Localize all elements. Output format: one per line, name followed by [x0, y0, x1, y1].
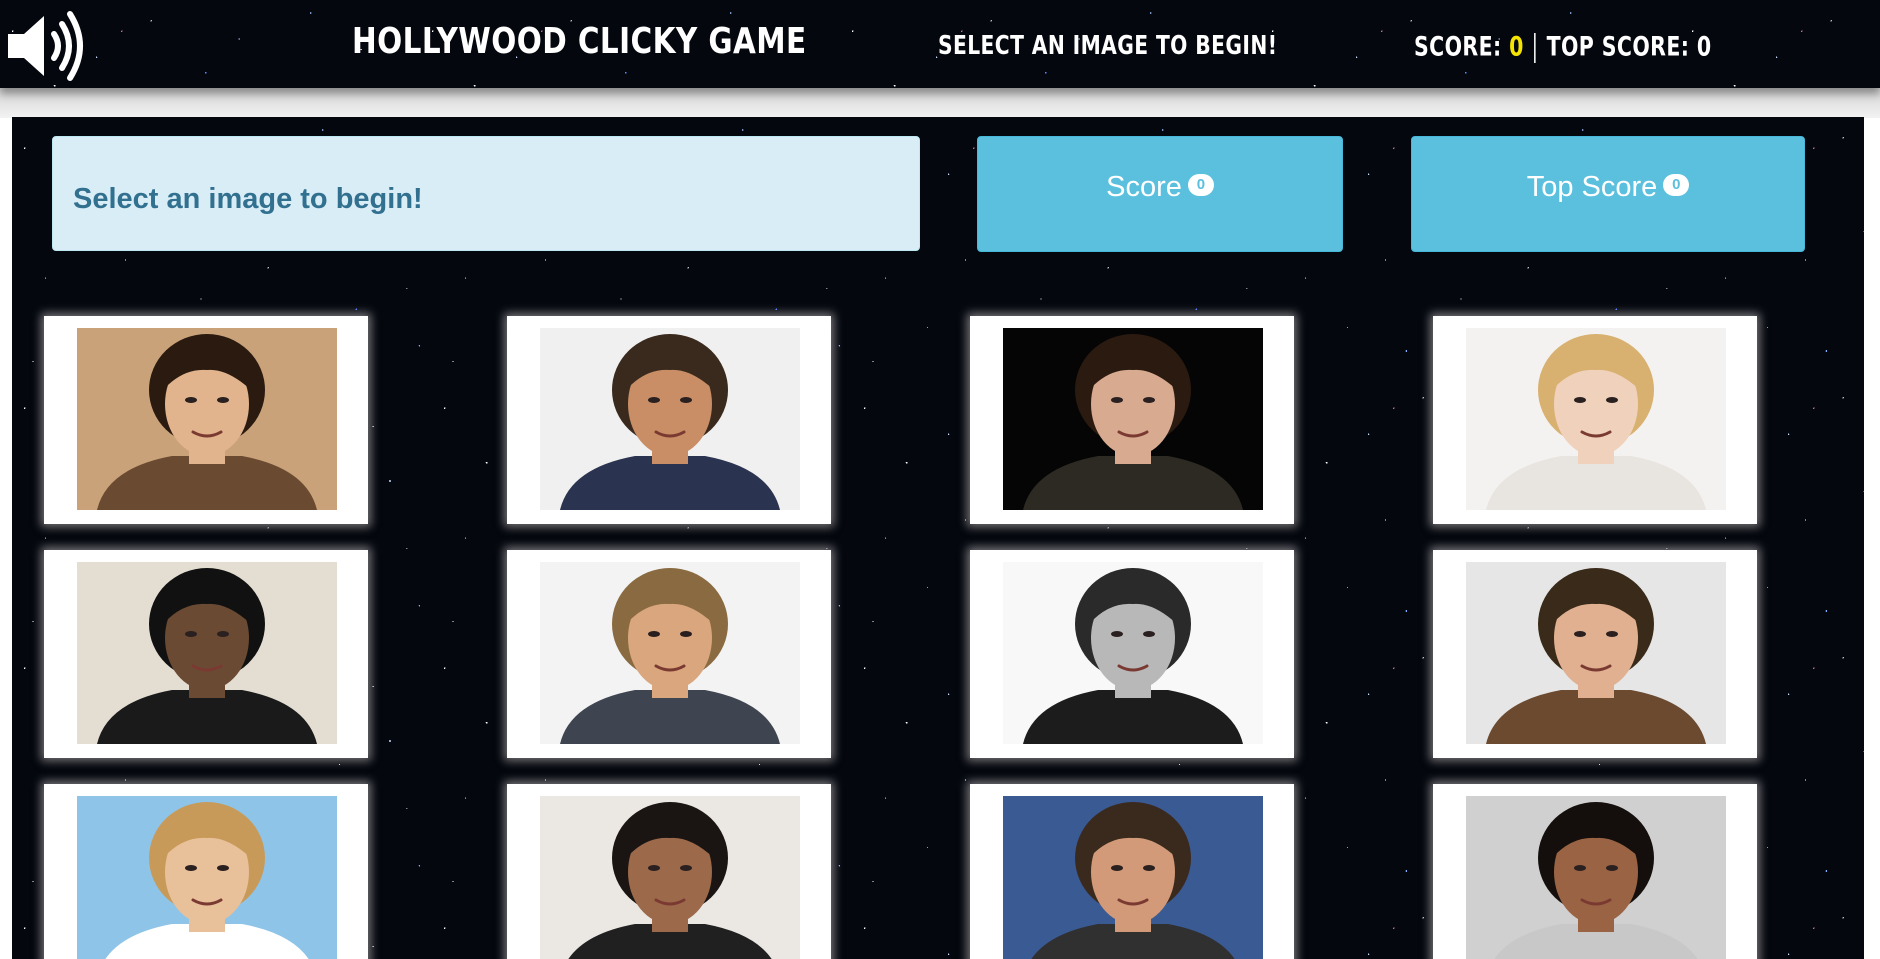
image-card[interactable] [44, 550, 368, 758]
top-score-button[interactable]: Top Score 0 [1411, 136, 1805, 252]
woman-portrait-3 [77, 796, 337, 959]
status-alert: Select an image to begin! [52, 136, 920, 251]
top-score-value: 0 [1696, 31, 1712, 63]
image-card[interactable] [507, 784, 831, 959]
nav-score-display: Score: 0 Top Score: 0 [1414, 33, 1712, 63]
navbar: Hollywood Clicky Game Select an image to… [0, 0, 1880, 88]
image-card[interactable] [44, 316, 368, 524]
man-portrait-2 [1003, 328, 1263, 510]
man-portrait-4 [540, 562, 800, 744]
image-card[interactable] [507, 316, 831, 524]
woman-portrait-2 [1466, 328, 1726, 510]
top-score-badge: 0 [1663, 174, 1690, 197]
image-card[interactable] [970, 316, 1294, 524]
game-title: Hollywood Clicky Game [352, 21, 807, 62]
man-portrait-1 [540, 328, 800, 510]
woman-portrait-1 [77, 328, 337, 510]
score-label: Score: [1414, 31, 1502, 63]
top-score-button-label: Top Score [1526, 171, 1658, 203]
man-portrait-5 [1003, 562, 1263, 744]
image-card[interactable] [970, 550, 1294, 758]
score-divider [1534, 33, 1536, 63]
score-value: 0 [1509, 31, 1524, 63]
navbar-shadow-strip [0, 88, 1880, 118]
image-card[interactable] [970, 784, 1294, 959]
man-portrait-6 [1466, 562, 1726, 744]
image-card[interactable] [1433, 550, 1757, 758]
man-portrait-7 [540, 796, 800, 959]
nav-status-message: Select an image to begin! [938, 31, 1278, 61]
image-card[interactable] [507, 550, 831, 758]
score-badge: 0 [1187, 174, 1214, 197]
woman-portrait-4 [1466, 796, 1726, 959]
image-card[interactable] [44, 784, 368, 959]
score-button-label: Score [1106, 171, 1182, 203]
score-button[interactable]: Score 0 [977, 136, 1343, 252]
game-container: Select an image to begin! Score 0 Top Sco… [12, 117, 1864, 959]
man-portrait-3 [77, 562, 337, 744]
image-card[interactable] [1433, 784, 1757, 959]
speaker-volume-icon[interactable] [6, 10, 92, 82]
man-portrait-8 [1003, 796, 1263, 959]
top-score-label: Top Score: [1546, 31, 1690, 63]
image-card[interactable] [1433, 316, 1757, 524]
